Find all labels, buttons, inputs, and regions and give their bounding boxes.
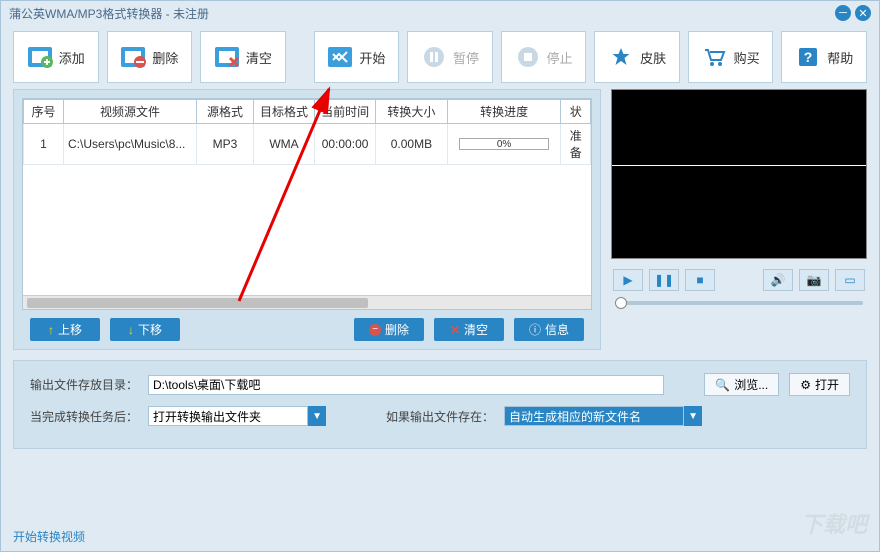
col-size[interactable]: 转换大小 xyxy=(376,100,448,124)
media-controls: ▶ ❚❚ ■ 🔊 📷 ▭ xyxy=(611,259,867,295)
after-convert-label: 当完成转换任务后： xyxy=(30,408,138,425)
browse-button[interactable]: 🔍浏览... xyxy=(704,373,779,396)
list-clear-button[interactable]: ✕清空 xyxy=(434,318,504,341)
file-table: 序号 视频源文件 源格式 目标格式 当前时间 转换大小 转换进度 状 1 C:\… xyxy=(22,98,592,310)
start-button[interactable]: 开始 xyxy=(314,31,400,83)
footer-link[interactable]: 开始转换视频 xyxy=(13,528,85,545)
minus-icon: − xyxy=(369,324,381,336)
shuffle-icon xyxy=(327,44,353,70)
main-area: 序号 视频源文件 源格式 目标格式 当前时间 转换大小 转换进度 状 1 C:\… xyxy=(1,89,879,350)
snapshot-button[interactable]: 📷 xyxy=(799,269,829,291)
move-up-button[interactable]: ↑上移 xyxy=(30,318,100,341)
help-button[interactable]: ? 帮助 xyxy=(781,31,867,83)
title-bar: 蒲公英WMA/MP3格式转换器 - 未注册 ─ ✕ xyxy=(1,1,879,25)
horizontal-scrollbar[interactable] xyxy=(23,295,591,309)
add-button[interactable]: 添加 xyxy=(13,31,99,83)
pause-icon xyxy=(421,44,447,70)
stop-button[interactable]: 停止 xyxy=(501,31,587,83)
x-icon: ✕ xyxy=(450,323,460,337)
table-header-row: 序号 视频源文件 源格式 目标格式 当前时间 转换大小 转换进度 状 xyxy=(24,100,591,124)
film-remove-icon xyxy=(120,44,146,70)
col-progress[interactable]: 转换进度 xyxy=(447,100,561,124)
output-dir-input[interactable] xyxy=(148,375,664,395)
chevron-down-icon[interactable]: ▼ xyxy=(308,406,326,426)
toolbar: 添加 删除 清空 开始 暂停 停止 皮肤 购买 ? 帮助 xyxy=(1,25,879,89)
film-add-icon xyxy=(27,44,53,70)
up-arrow-icon: ↑ xyxy=(48,323,54,337)
output-dir-label: 输出文件存放目录： xyxy=(30,376,138,393)
output-panel: 输出文件存放目录： 🔍浏览... ⚙打开 当完成转换任务后： ▼ 如果输出文件存… xyxy=(13,360,867,449)
preview-pane: ▶ ❚❚ ■ 🔊 📷 ▭ xyxy=(611,89,867,350)
media-stop-button[interactable]: ■ xyxy=(685,269,715,291)
delete-button[interactable]: 删除 xyxy=(107,31,193,83)
down-arrow-icon: ↓ xyxy=(128,323,134,337)
media-pause-button[interactable]: ❚❚ xyxy=(649,269,679,291)
table-row[interactable]: 1 C:\Users\pc\Music\8... MP3 WMA 00:00:0… xyxy=(24,124,591,165)
col-index[interactable]: 序号 xyxy=(24,100,64,124)
file-list-pane: 序号 视频源文件 源格式 目标格式 当前时间 转换大小 转换进度 状 1 C:\… xyxy=(13,89,601,350)
gear-icon: ⚙ xyxy=(800,378,811,392)
col-tgtfmt[interactable]: 目标格式 xyxy=(253,100,314,124)
seek-slider[interactable] xyxy=(611,295,867,311)
open-button[interactable]: ⚙打开 xyxy=(789,373,850,396)
window-title: 蒲公英WMA/MP3格式转换器 - 未注册 xyxy=(9,5,209,22)
file-exists-label: 如果输出文件存在： xyxy=(386,408,494,425)
watermark: 下载吧 xyxy=(801,507,867,539)
file-exists-combo[interactable]: ▼ xyxy=(504,406,702,426)
after-convert-combo[interactable]: ▼ xyxy=(148,406,326,426)
info-icon: ⓘ xyxy=(529,321,541,338)
progress-cell: 0% xyxy=(447,124,561,165)
col-status[interactable]: 状 xyxy=(561,100,591,124)
play-button[interactable]: ▶ xyxy=(613,269,643,291)
stop-icon xyxy=(515,44,541,70)
close-button[interactable]: ✕ xyxy=(855,5,871,21)
buy-button[interactable]: 购买 xyxy=(688,31,774,83)
film-clear-icon xyxy=(214,44,240,70)
search-icon: 🔍 xyxy=(715,378,730,392)
minimize-button[interactable]: ─ xyxy=(835,5,851,21)
chevron-down-icon[interactable]: ▼ xyxy=(684,406,702,426)
svg-text:?: ? xyxy=(804,49,813,65)
fullscreen-button[interactable]: ▭ xyxy=(835,269,865,291)
pause-button[interactable]: 暂停 xyxy=(407,31,493,83)
help-icon: ? xyxy=(795,44,821,70)
col-time[interactable]: 当前时间 xyxy=(315,100,376,124)
move-down-button[interactable]: ↓下移 xyxy=(110,318,180,341)
col-srcfmt[interactable]: 源格式 xyxy=(197,100,254,124)
cart-icon xyxy=(702,44,728,70)
info-button[interactable]: ⓘ信息 xyxy=(514,318,584,341)
volume-button[interactable]: 🔊 xyxy=(763,269,793,291)
list-buttons: ↑上移 ↓下移 −删除 ✕清空 ⓘ信息 xyxy=(22,310,592,341)
skin-button[interactable]: 皮肤 xyxy=(594,31,680,83)
list-delete-button[interactable]: −删除 xyxy=(354,318,424,341)
video-preview[interactable] xyxy=(611,89,867,259)
star-icon xyxy=(608,44,634,70)
window-controls: ─ ✕ xyxy=(835,5,871,21)
col-source[interactable]: 视频源文件 xyxy=(64,100,197,124)
clear-button[interactable]: 清空 xyxy=(200,31,286,83)
